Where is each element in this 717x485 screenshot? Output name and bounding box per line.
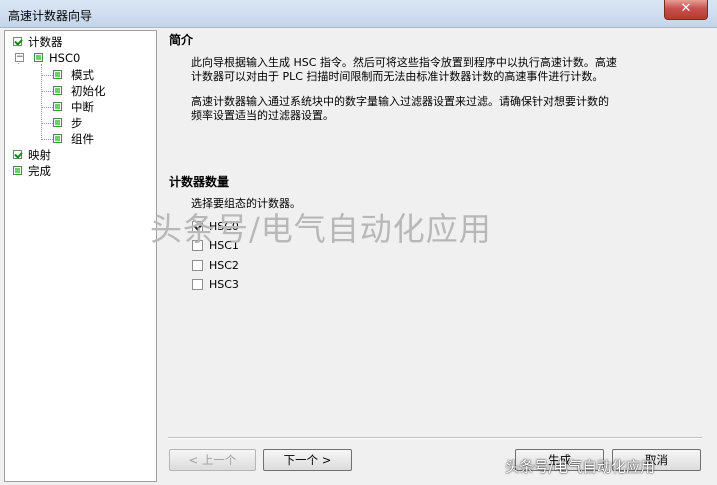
- check-icon: [13, 150, 22, 159]
- step-icon: [53, 134, 62, 143]
- intro-text: 此向导根据输入生成 HSC 指令。然后可将这些指令放置到程序中以执行高速计数。高…: [191, 56, 661, 84]
- title-bar: 高速计数器向导 ✕: [0, 0, 717, 28]
- tree-item-label: 步: [71, 116, 83, 130]
- next-button[interactable]: 下一个 >: [263, 449, 352, 471]
- close-button[interactable]: ✕: [664, 0, 708, 20]
- divider: [168, 437, 702, 439]
- tree-item-label: HSC0: [49, 51, 81, 65]
- tree-item-label: 组件: [71, 132, 94, 146]
- step-icon: [53, 86, 62, 95]
- tree-item-label: 映射: [28, 148, 51, 162]
- navigation-tree: 计数器 − HSC0 模式 初始化 中断 步 组件 映射 完成: [4, 30, 157, 482]
- checkbox-box[interactable]: [192, 260, 203, 271]
- tree-item-label: 模式: [71, 68, 94, 82]
- checkbox-label: HSC2: [209, 259, 239, 272]
- close-icon: ✕: [680, 1, 692, 16]
- intro-line: 高速计数器输入通过系统块中的数字量输入过滤器设置来过滤。请确保针对想要计数的: [191, 95, 609, 108]
- tree-connector: [41, 123, 53, 124]
- step-icon: [34, 53, 43, 62]
- checkbox-box[interactable]: [192, 279, 203, 290]
- step-icon: [13, 166, 22, 175]
- tree-connector: [41, 91, 53, 92]
- tree-item-label: 计数器: [28, 35, 63, 49]
- check-icon: [13, 37, 22, 46]
- window-title: 高速计数器向导: [8, 9, 93, 23]
- intro-line: 频率设置适当的过滤器设置。: [191, 109, 334, 122]
- corner-watermark: 头条号/电气自动化应用: [505, 460, 655, 476]
- tree-connector: [41, 75, 53, 76]
- tree-connector: [41, 107, 53, 108]
- counters-heading: 计数器数量: [169, 175, 230, 189]
- step-icon: [53, 70, 62, 79]
- intro-line: 计数器可以对由于 PLC 扫描时间限制而无法由标准计数器计数的高速事件进行计数。: [191, 70, 604, 83]
- tree-item-label: 初始化: [71, 84, 106, 98]
- checkbox-label: HSC3: [209, 278, 239, 291]
- content-panel: 简介 此向导根据输入生成 HSC 指令。然后可将这些指令放置到程序中以执行高速计…: [160, 30, 714, 482]
- tree-item-label: 完成: [28, 164, 51, 178]
- filter-text: 高速计数器输入通过系统块中的数字量输入过滤器设置来过滤。请确保针对想要计数的 频…: [191, 95, 661, 123]
- prev-button[interactable]: < 上一个: [169, 449, 256, 471]
- watermark-text: 头条号/电气自动化应用: [150, 210, 492, 248]
- intro-heading: 简介: [169, 33, 194, 47]
- intro-line: 此向导根据输入生成 HSC 指令。然后可将这些指令放置到程序中以执行高速计数。高…: [191, 56, 617, 69]
- tree-item-label: 中断: [71, 100, 94, 114]
- collapse-icon[interactable]: −: [15, 53, 24, 62]
- step-icon: [53, 102, 62, 111]
- tree-connector: [41, 139, 53, 140]
- step-icon: [53, 118, 62, 127]
